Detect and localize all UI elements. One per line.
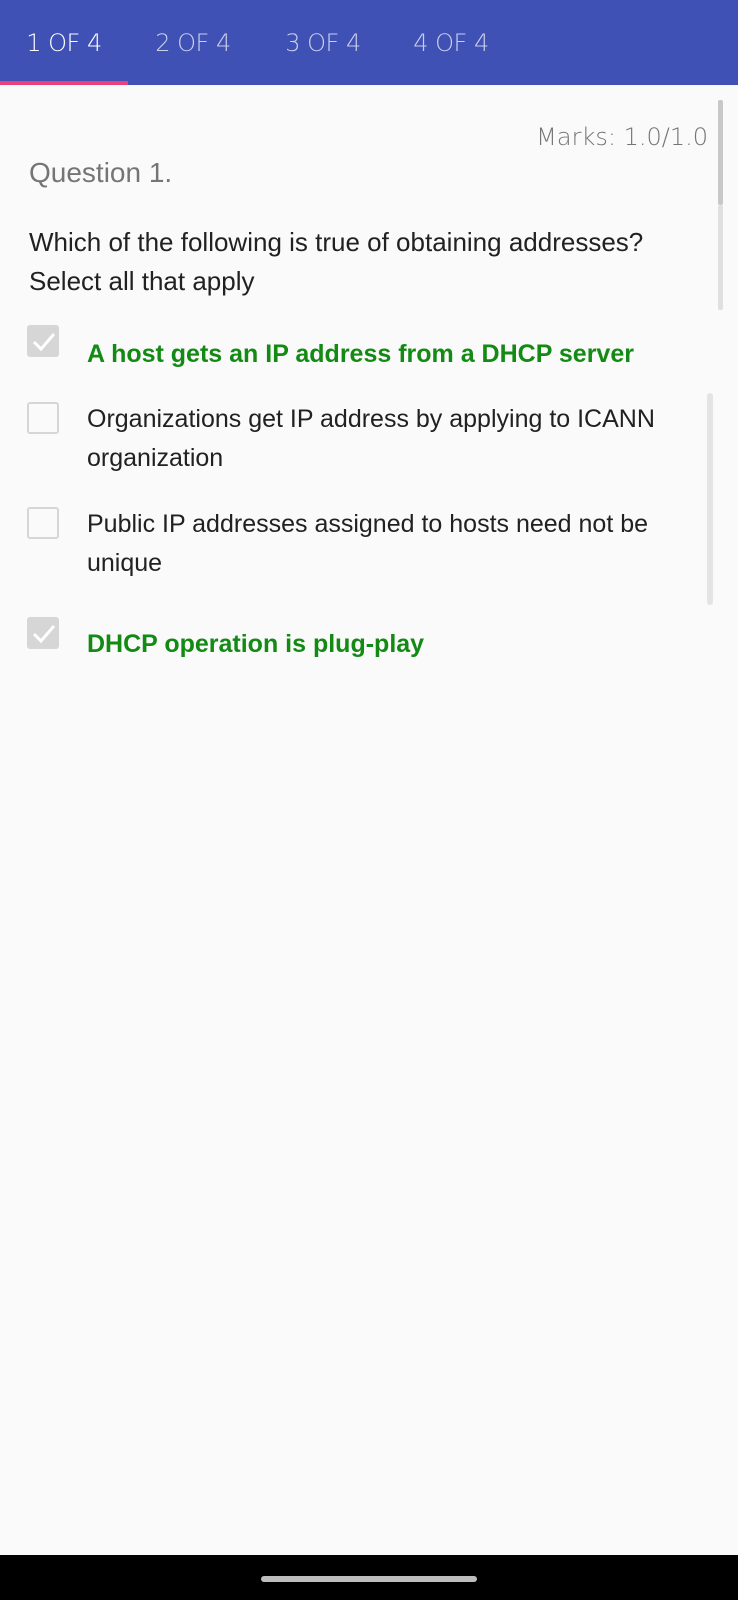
page-scrollbar[interactable] bbox=[718, 100, 723, 205]
tab-1[interactable]: 1 OF 4 bbox=[0, 0, 128, 85]
system-nav-bar bbox=[0, 1555, 738, 1600]
tab-2-label: 2 OF 4 bbox=[155, 28, 231, 57]
question-number: Question 1. bbox=[29, 157, 173, 188]
tab-4-label: 4 OF 4 bbox=[413, 28, 489, 57]
checkbox-unchecked[interactable] bbox=[27, 402, 59, 434]
check-icon bbox=[32, 333, 56, 352]
checkbox-unchecked[interactable] bbox=[27, 507, 59, 539]
option-3-text: Public IP addresses assigned to hosts ne… bbox=[87, 510, 649, 577]
tab-bar: 1 OF 4 2 OF 4 3 OF 4 4 OF 4 bbox=[0, 0, 738, 85]
page-scrollbar-track bbox=[718, 205, 723, 310]
tab-3-label: 3 OF 4 bbox=[285, 28, 361, 57]
tab-3[interactable]: 3 OF 4 bbox=[258, 0, 388, 85]
checkbox-checked[interactable] bbox=[27, 325, 59, 357]
tab-1-label: 1 OF 4 bbox=[26, 28, 102, 57]
checkbox-checked[interactable] bbox=[27, 617, 59, 649]
options-scrollbar[interactable] bbox=[707, 393, 713, 605]
option-1-text: A host gets an IP address from a DHCP se… bbox=[87, 340, 634, 368]
home-gesture-bar[interactable] bbox=[261, 1576, 477, 1582]
marks-label: Marks: 1.0/1.0 bbox=[536, 123, 708, 151]
question-content: Marks: 1.0/1.0 Question 1. Which of the … bbox=[0, 85, 738, 1555]
tab-4[interactable]: 4 OF 4 bbox=[386, 0, 516, 85]
option-4-text: DHCP operation is plug-play bbox=[87, 630, 425, 658]
check-icon bbox=[32, 625, 56, 644]
tab-2[interactable]: 2 OF 4 bbox=[128, 0, 258, 85]
question-text: Which of the following is true of obtain… bbox=[29, 227, 644, 296]
option-2-text: Organizations get IP address by applying… bbox=[87, 405, 655, 472]
